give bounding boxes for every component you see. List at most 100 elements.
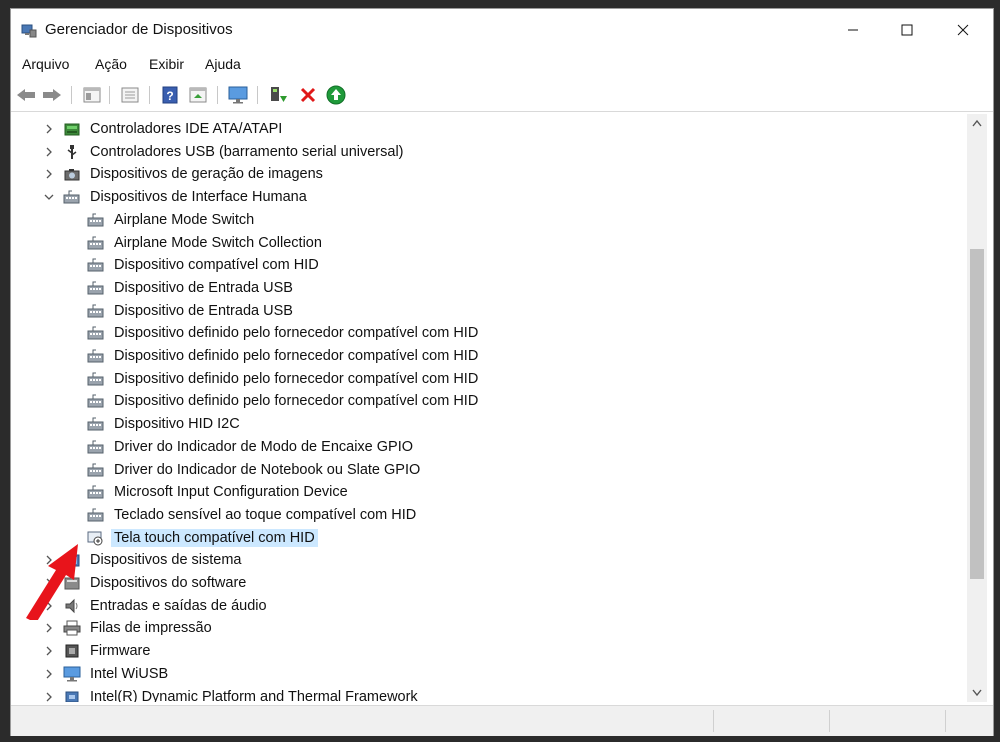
tree-device-row[interactable]: Dispositivo definido pelo fornecedor com… (11, 368, 968, 390)
tree-device-row[interactable]: Teclado sensível ao toque compatível com… (11, 504, 968, 526)
tree-device-row[interactable]: Dispositivo definido pelo fornecedor com… (11, 322, 968, 344)
list-view-icon (121, 87, 139, 103)
printer-icon (63, 620, 81, 636)
tree-device-row[interactable]: Dispositivo HID I2C (11, 413, 968, 435)
menu-exibir[interactable]: Exibir (149, 56, 184, 72)
tree-item-label[interactable]: Dispositivo de Entrada USB (111, 302, 296, 320)
tree-category-row[interactable]: Intel WiUSB (11, 663, 968, 685)
menu-arquivo[interactable]: Arquivo (22, 56, 69, 72)
close-button[interactable] (935, 9, 991, 51)
tree-item-label[interactable]: Dispositivos de Interface Humana (87, 188, 310, 206)
tree-item-label[interactable]: Dispositivo de Entrada USB (111, 279, 296, 297)
tree-item-label[interactable]: Filas de impressão (87, 619, 215, 637)
usb-icon (67, 144, 77, 159)
tree-device-row[interactable]: Airplane Mode Switch Collection (11, 232, 968, 254)
hid-icon (87, 463, 104, 476)
tree-device-row[interactable]: Dispositivo definido pelo fornecedor com… (11, 390, 968, 412)
chevron-right-icon[interactable] (43, 622, 55, 634)
tree-item-label[interactable]: Controladores IDE ATA/ATAPI (87, 120, 285, 138)
tree-item-label[interactable]: Dispositivos de geração de imagens (87, 165, 326, 183)
scroll-up-button[interactable] (967, 114, 987, 132)
maximize-icon (901, 24, 913, 36)
tree-category-row[interactable]: Dispositivos de Interface Humana (11, 186, 968, 208)
tree-item-label[interactable]: Intel(R) Dynamic Platform and Thermal Fr… (87, 688, 421, 703)
uninstall-button[interactable] (297, 84, 319, 106)
tree-category-row[interactable]: Dispositivos de geração de imagens (11, 163, 968, 185)
properties-view-button[interactable] (81, 84, 103, 106)
tree-category-row[interactable]: Entradas e saídas de áudio (11, 595, 968, 617)
tree-item-label[interactable]: Firmware (87, 642, 153, 660)
tree-item-label[interactable]: Dispositivo definido pelo fornecedor com… (111, 392, 481, 410)
tree-device-row[interactable]: Dispositivo compatível com HID (11, 254, 968, 276)
tree-item-label[interactable]: Tela touch compatível com HID (111, 528, 318, 547)
tree-item-label[interactable]: Airplane Mode Switch (111, 211, 257, 229)
tree-item-label[interactable]: Microsoft Input Configuration Device (111, 483, 351, 501)
tree-category-row[interactable]: Controladores IDE ATA/ATAPI (11, 118, 968, 140)
tree-category-row[interactable]: Intel(R) Dynamic Platform and Thermal Fr… (11, 686, 968, 703)
scan-hardware-button[interactable] (325, 84, 347, 106)
tree-device-row[interactable]: Dispositivo definido pelo fornecedor com… (11, 345, 968, 367)
action-view-button[interactable] (187, 84, 209, 106)
chevron-right-icon[interactable] (43, 645, 55, 657)
tree-category-row[interactable]: Firmware (11, 640, 968, 662)
hid-icon (87, 326, 104, 340)
chevron-right-icon[interactable] (43, 168, 55, 180)
maximize-button[interactable] (879, 9, 935, 51)
forward-icon (43, 89, 61, 101)
tree-category-row[interactable]: Filas de impressão (11, 617, 968, 639)
tree-device-row[interactable]: Airplane Mode Switch (11, 209, 968, 231)
tree-device-row[interactable]: Tela touch compatível com HID (11, 527, 968, 549)
list-view-button[interactable] (119, 84, 141, 106)
tree-device-row[interactable]: Driver do Indicador de Notebook ou Slate… (11, 459, 968, 481)
tree-device-row[interactable]: Driver do Indicador de Modo de Encaixe G… (11, 436, 968, 458)
device-tree[interactable]: Controladores IDE ATA/ATAPI Controladores… (11, 114, 968, 702)
tree-item-label[interactable]: Driver do Indicador de Modo de Encaixe G… (111, 438, 416, 456)
annotation-arrow (26, 544, 78, 620)
tree-item-label[interactable]: Dispositivos de sistema (87, 551, 245, 569)
forward-button[interactable] (41, 84, 63, 106)
tree-item-label[interactable]: Controladores USB (barramento serial uni… (87, 143, 407, 161)
title-bar[interactable]: Gerenciador de Dispositivos (11, 9, 993, 51)
update-driver-button[interactable] (267, 84, 289, 106)
hid-icon (87, 508, 104, 522)
help-button[interactable]: ? (159, 84, 181, 106)
vertical-scrollbar[interactable] (967, 114, 987, 702)
tree-item-label[interactable]: Dispositivo HID I2C (111, 415, 243, 433)
minimize-button[interactable] (825, 9, 881, 51)
tree-item-label[interactable]: Entradas e saídas de áudio (87, 597, 270, 615)
tree-item-label[interactable]: Dispositivos do software (87, 574, 249, 592)
close-icon (957, 24, 969, 36)
scroll-down-button[interactable] (967, 684, 987, 702)
tree-item-label[interactable]: Intel WiUSB (87, 665, 171, 683)
tree-device-row[interactable]: Dispositivo de Entrada USB (11, 277, 968, 299)
chevron-right-icon[interactable] (43, 668, 55, 680)
chevron-right-icon[interactable] (43, 146, 55, 158)
hid-icon (87, 372, 104, 386)
back-button[interactable] (15, 84, 37, 106)
svg-text:?: ? (166, 89, 173, 103)
chevron-right-icon[interactable] (43, 691, 55, 703)
help-icon: ? (162, 86, 178, 104)
tree-category-row[interactable]: Dispositivos do software (11, 572, 968, 594)
tree-item-label[interactable]: Dispositivo definido pelo fornecedor com… (111, 324, 481, 342)
properties-view-icon (83, 87, 101, 103)
scrollbar-thumb[interactable] (970, 249, 984, 579)
chevron-down-icon[interactable] (43, 191, 55, 203)
tree-device-row[interactable]: Dispositivo de Entrada USB (11, 300, 968, 322)
tree-item-label[interactable]: Dispositivo definido pelo fornecedor com… (111, 370, 481, 388)
tree-item-label[interactable]: Teclado sensível ao toque compatível com… (111, 506, 419, 524)
chevron-right-icon[interactable] (43, 123, 55, 135)
menu-ajuda[interactable]: Ajuda (205, 56, 241, 72)
hid-icon (87, 258, 104, 272)
tree-device-row[interactable]: Microsoft Input Configuration Device (11, 481, 968, 503)
monitor-button[interactable] (227, 84, 249, 106)
tree-item-label[interactable]: Dispositivo compatível com HID (111, 256, 322, 274)
tree-category-row[interactable]: Dispositivos de sistema (11, 549, 968, 571)
tree-item-label[interactable]: Driver do Indicador de Notebook ou Slate… (111, 461, 423, 479)
uninstall-icon (300, 87, 316, 103)
hid-icon (87, 485, 104, 499)
tree-item-label[interactable]: Dispositivo definido pelo fornecedor com… (111, 347, 481, 365)
tree-category-row[interactable]: Controladores USB (barramento serial uni… (11, 141, 968, 163)
menu-acao[interactable]: Ação (95, 56, 127, 72)
tree-item-label[interactable]: Airplane Mode Switch Collection (111, 234, 325, 252)
